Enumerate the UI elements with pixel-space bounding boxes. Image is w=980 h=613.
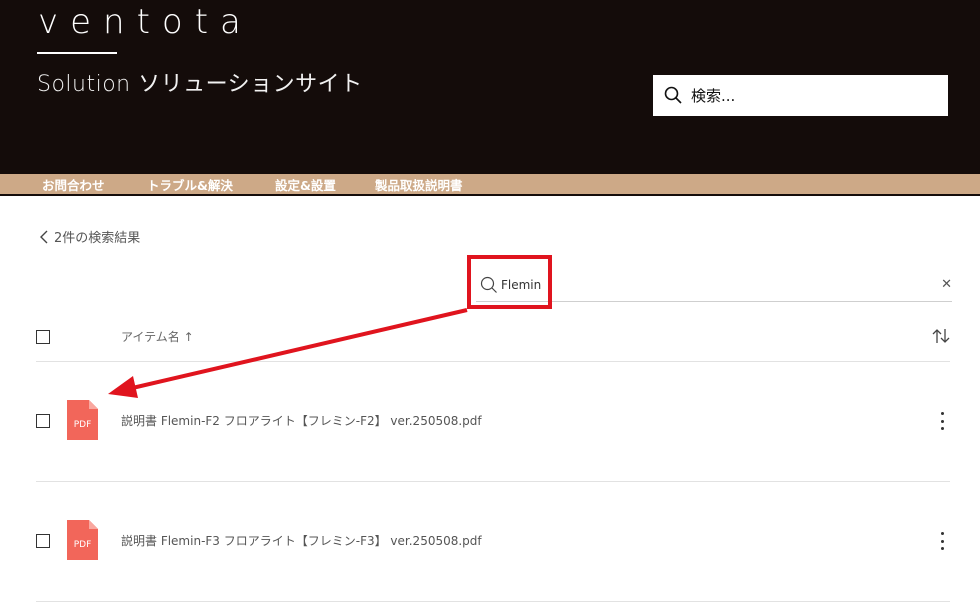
select-all-checkbox[interactable] [36,330,50,344]
site-header: ventota Solution ソリューションサイト [0,0,980,174]
row-checkbox[interactable] [36,414,50,428]
site-logo[interactable]: ventota [38,2,253,42]
results-count-label: 2件の検索結果 [54,231,141,246]
pdf-file-icon: PDF [67,520,98,560]
pdf-file-icon: PDF [67,400,98,440]
site-search-input[interactable] [691,75,941,116]
more-options-icon[interactable] [939,412,945,430]
search-icon [664,86,682,104]
table-row[interactable]: PDF 説明書 Flemin-F2 フロアライト【フレミン-F2】 ver.25… [36,362,950,482]
nav-item-contact[interactable]: お問合わせ [42,175,105,194]
file-name[interactable]: 説明書 Flemin-F2 フロアライト【フレミン-F2】 ver.250508… [121,412,482,429]
annotation-highlight-box [467,255,552,309]
more-options-icon[interactable] [939,532,945,550]
file-name[interactable]: 説明書 Flemin-F3 フロアライト【フレミン-F3】 ver.250508… [121,532,482,549]
site-search-box[interactable] [653,75,948,116]
site-subtitle: Solution ソリューションサイト [37,72,363,97]
table-row[interactable]: PDF 説明書 Flemin-F3 フロアライト【フレミン-F3】 ver.25… [36,482,950,602]
column-header-item-name[interactable]: アイテム名 ↑ [121,328,194,345]
nav-divider [0,194,980,196]
chevron-left-icon [40,230,48,243]
nav-item-troubleshooting[interactable]: トラブル&解決 [147,175,233,194]
clear-icon[interactable]: ✕ [941,277,952,292]
main-nav: お問合わせ トラブル&解決 設定&設置 製品取扱説明書 [0,174,980,194]
row-checkbox[interactable] [36,534,50,548]
sort-icon[interactable] [932,328,950,344]
nav-item-setup[interactable]: 設定&設置 [275,175,336,194]
nav-item-manuals[interactable]: 製品取扱説明書 [375,175,463,194]
logo-underline [37,52,117,54]
back-to-results-link[interactable]: 2件の検索結果 [40,227,140,246]
pdf-label: PDF [74,540,92,550]
results-table-header: アイテム名 ↑ [36,318,950,362]
pdf-label: PDF [74,420,92,430]
